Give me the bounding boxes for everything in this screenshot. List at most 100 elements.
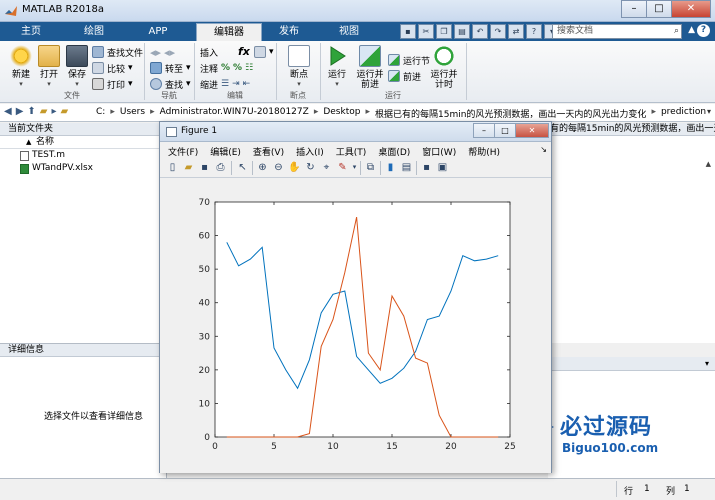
breadcrumb-item[interactable]: Desktop [323,107,360,120]
run-button[interactable]: 运行 ▾ [322,45,352,88]
minimize-button[interactable]: – [621,0,647,18]
quick-undo-icon[interactable]: ↶ [472,24,488,39]
zoom-out-icon[interactable]: ⊖ [272,161,285,174]
figure-maximize-button[interactable]: □ [494,123,516,138]
breadcrumb-item[interactable]: 根据已有的每隔15min的风光预测数据，画出一天内的风光出力变化 [375,107,646,120]
tab-view[interactable]: 视图 [322,23,376,41]
tab-editor[interactable]: 编辑器 [196,23,262,41]
run-advance-button[interactable]: 运行并 前进 [354,45,386,90]
quick-copy-icon[interactable]: ❐ [436,24,452,39]
forward-arrow-icon[interactable]: ▶ [16,106,24,117]
menu-file[interactable]: 文件(F) [160,142,202,158]
link-icon[interactable]: ⧉ [364,161,377,174]
run-time-button[interactable]: 运行并 计时 [428,45,460,90]
name-column-header[interactable]: ▲ 名称 [0,136,166,149]
insert-button[interactable]: 插入 [200,45,218,59]
editor-tab-header[interactable]: 有的每隔15min的风光预测数据，画出一天内的风光出力变... [548,123,715,136]
quick-cut-icon[interactable]: ✂ [418,24,434,39]
menu-window[interactable]: 窗口(W) [414,142,460,158]
back-forward-buttons[interactable]: ◂▸ ◂▸ [150,45,175,59]
menu-desktop[interactable]: 桌面(D) [370,142,414,158]
tab-apps[interactable]: APP [130,23,186,41]
quick-paste-icon[interactable]: ▤ [454,24,470,39]
quick-save-icon[interactable]: ▪ [400,24,416,39]
address-dropdown-icon[interactable]: ▾ [707,107,711,116]
new-figure-icon[interactable]: ▯ [166,161,179,174]
open-button[interactable]: 打开 ▾ [34,45,64,88]
figure-canvas[interactable]: 0 5 10 15 20 25 0 10 20 30 40 50 60 70 [160,179,551,473]
save-icon[interactable]: ▪ [198,161,211,174]
window-title: MATLAB R2018a [22,4,105,15]
figure-title-bar[interactable]: Figure 1 – □ ✕ [160,122,551,142]
back-arrow-icon[interactable]: ◀ [4,106,12,117]
breadcrumb-item[interactable]: Administrator.WIN7U-20180127Z [160,107,309,120]
up-folder-icon[interactable]: ⬆ [27,106,35,117]
file-item[interactable]: WTandPV.xlsx [0,162,166,175]
search-icon[interactable]: ⌕ [674,25,679,38]
breadcrumb-item[interactable]: prediction [661,107,706,120]
line-chart[interactable]: 0 5 10 15 20 25 0 10 20 30 40 50 60 70 [160,179,551,473]
breakpoints-button[interactable]: 断点 ▾ [284,45,314,88]
status-bar: 行 1 列 1 [0,478,715,500]
print-button[interactable]: 打印 ▾ [92,77,133,91]
ribbon-tab-bar: 主页 绘图 APP 编辑器 发布 视图 ▪ ✂ ❐ ▤ ↶ ↷ ⇄ ? ▾ 搜索… [0,22,715,41]
breadcrumb-item[interactable]: C: [96,107,105,120]
comment-button[interactable]: 注释 % % ☷ [200,61,253,75]
run-section-button[interactable]: 运行节 [388,53,430,67]
print-icon[interactable]: ⎙ [214,161,227,174]
menu-edit[interactable]: 编辑(E) [202,142,245,158]
run-advance-label: 运行并 前进 [356,70,384,90]
find-button[interactable]: 查找 ▾ [150,77,191,91]
hide-plot-tools-icon[interactable]: ▪ [420,161,433,174]
file-item[interactable]: TEST.m [0,149,166,162]
quick-redo-icon[interactable]: ↷ [490,24,506,39]
save-button[interactable]: 保存 ▾ [62,45,92,88]
tab-home[interactable]: 主页 [6,23,56,41]
dock-arrow-icon[interactable]: ↘ [540,145,547,154]
indent-button[interactable]: 缩进 ☰ ⇥ ⇤ [200,77,250,91]
maximize-button[interactable]: □ [646,0,672,18]
legend-icon[interactable]: ▤ [400,161,413,174]
quick-help-icon[interactable]: ? [526,24,542,39]
breadcrumb[interactable]: C: ▸ Users ▸ Administrator.WIN7U-2018012… [96,107,706,120]
pan-icon[interactable]: ✋ [288,161,301,174]
show-plot-tools-icon[interactable]: ▣ [436,161,449,174]
back-arrow-icon[interactable]: ◂▸ [150,46,161,59]
scroll-up-icon[interactable]: ▲ [706,160,711,168]
row-value: 1 [644,484,650,494]
zoom-in-icon[interactable]: ⊕ [256,161,269,174]
menu-tools[interactable]: 工具(T) [328,142,371,158]
menu-help[interactable]: 帮助(H) [460,142,504,158]
data-cursor-icon[interactable]: ⌖ [320,161,333,174]
ribbon-help-icon[interactable]: ? [697,24,710,37]
open-icon[interactable]: ▰ [182,161,195,174]
menu-insert[interactable]: 插入(I) [288,142,328,158]
insert-function-dropdown[interactable]: ▾ [254,45,274,59]
tab-plots[interactable]: 绘图 [66,23,122,41]
tab-publish[interactable]: 发布 [262,23,316,41]
quick-switch-icon[interactable]: ⇄ [508,24,524,39]
pointer-icon[interactable]: ↖ [236,161,249,174]
rotate-icon[interactable]: ↻ [304,161,317,174]
search-docs-input[interactable]: 搜索文档 ⌕ [552,24,682,39]
x-tick-label: 25 [504,442,515,452]
find-files-button[interactable]: 查找文件 [92,45,143,59]
forward-arrow-icon[interactable]: ◂▸ [164,46,175,59]
goto-button[interactable]: 转至 ▾ [150,61,191,75]
figure-close-button[interactable]: ✕ [515,123,549,138]
figure-minimize-button[interactable]: – [473,123,495,138]
new-button[interactable]: 新建 ▾ [6,45,36,88]
colorbar-icon[interactable]: ▮ [384,161,397,174]
editor-area[interactable]: ▲ [548,136,715,343]
chevron-down-icon[interactable]: ▾ [705,359,709,368]
menu-view[interactable]: 查看(V) [245,142,288,158]
percent-icon: % [221,63,231,73]
collapse-ribbon-icon[interactable]: ▲ [688,25,695,35]
compare-button[interactable]: 比较 ▾ [92,61,133,75]
advance-button[interactable]: 前进 [388,69,421,83]
fx-button[interactable]: fx [238,44,250,58]
figure-window[interactable]: Figure 1 – □ ✕ 文件(F) 编辑(E) 查看(V) 插入(I) 工… [159,121,552,473]
browse-folder-icon[interactable]: ▰ [40,106,48,117]
breadcrumb-item[interactable]: Users [120,107,145,120]
close-button[interactable]: ✕ [671,0,711,18]
